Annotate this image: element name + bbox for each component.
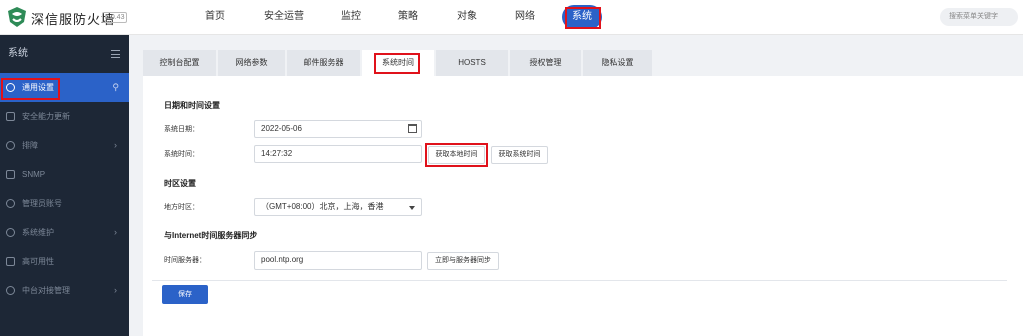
sidebar-item-security-update[interactable]: 安全能力更新 bbox=[0, 102, 129, 131]
collapse-menu-icon[interactable] bbox=[111, 50, 120, 58]
ha-icon bbox=[6, 257, 15, 266]
sidebar: 系统 通用设置 ⚲ 安全能力更新 排障 › SNMP 管理员账号 系统维护 › … bbox=[0, 35, 129, 336]
system-date-value: 2022-05-06 bbox=[261, 124, 302, 133]
version-badge: 5.0.43 bbox=[102, 12, 128, 23]
tab-console-config[interactable]: 控制台配置 bbox=[143, 50, 216, 76]
system-time-field[interactable]: 14:27:32 bbox=[254, 145, 422, 163]
get-local-time-button[interactable]: 获取本地时间 bbox=[428, 146, 485, 164]
sidebar-item-label: 通用设置 bbox=[22, 83, 54, 92]
sidebar-item-label: 系统维护 bbox=[22, 228, 54, 237]
nav-policy[interactable]: 策略 bbox=[398, 5, 418, 29]
timezone-label: 地方时区： bbox=[164, 204, 199, 211]
chevron-down-icon bbox=[409, 206, 415, 210]
tab-privacy[interactable]: 隐私设置 bbox=[583, 50, 652, 76]
section-title-timezone: 时区设置 bbox=[164, 179, 196, 188]
link-icon bbox=[6, 286, 15, 295]
timezone-value: （GMT+08:00）北京，上海，香港 bbox=[261, 202, 384, 211]
sidebar-item-general-settings[interactable]: 通用设置 ⚲ bbox=[0, 73, 129, 102]
system-date-label: 系统日期： bbox=[164, 126, 199, 133]
sync-now-button[interactable]: 立即与服务器同步 bbox=[427, 252, 499, 270]
chevron-right-icon: › bbox=[114, 140, 117, 150]
maintenance-icon bbox=[6, 228, 15, 237]
sidebar-item-label: 排障 bbox=[22, 141, 38, 150]
time-server-value: pool.ntp.org bbox=[261, 255, 304, 264]
pin-icon[interactable]: ⚲ bbox=[112, 73, 119, 102]
sidebar-item-troubleshoot[interactable]: 排障 › bbox=[0, 131, 129, 160]
time-server-input[interactable]: pool.ntp.org bbox=[254, 251, 422, 270]
system-time-value: 14:27:32 bbox=[261, 149, 293, 158]
sidebar-item-label: 安全能力更新 bbox=[22, 112, 70, 121]
tab-license[interactable]: 授权管理 bbox=[510, 50, 581, 76]
wrench-icon bbox=[6, 141, 15, 150]
chevron-right-icon: › bbox=[114, 285, 117, 295]
sidebar-item-label: SNMP bbox=[22, 170, 46, 179]
nav-network[interactable]: 网络 bbox=[515, 5, 535, 29]
nav-monitor[interactable]: 监控 bbox=[341, 5, 361, 29]
nav-home[interactable]: 首页 bbox=[205, 5, 225, 29]
nav-system[interactable]: 系统 bbox=[562, 5, 602, 29]
snmp-icon bbox=[6, 170, 15, 179]
get-system-time-button[interactable]: 获取系统时间 bbox=[491, 146, 548, 164]
save-button[interactable]: 保存 bbox=[162, 285, 208, 304]
sidebar-item-high-availability[interactable]: 高可用性 bbox=[0, 247, 129, 276]
system-date-field[interactable]: 2022-05-06 bbox=[254, 120, 422, 138]
tab-system-time[interactable]: 系统时间 bbox=[362, 50, 434, 76]
tab-mail-server[interactable]: 邮件服务器 bbox=[287, 50, 360, 76]
calendar-icon[interactable] bbox=[408, 124, 417, 133]
nav-objects[interactable]: 对象 bbox=[457, 5, 477, 29]
shield-icon bbox=[6, 112, 15, 121]
sidebar-item-label: 高可用性 bbox=[22, 257, 54, 266]
sidebar-item-platform-integration[interactable]: 中台对接管理 › bbox=[0, 276, 129, 305]
search-input[interactable]: 搜索菜单关键字 bbox=[940, 8, 1018, 26]
divider bbox=[152, 280, 1007, 281]
user-icon bbox=[6, 199, 15, 208]
top-bar: 深信服防火墙 5.0.43 首页 安全运营 监控 策略 对象 网络 系统 搜索菜… bbox=[0, 0, 1023, 35]
section-title-datetime: 日期和时间设置 bbox=[164, 101, 220, 110]
sidebar-header: 系统 bbox=[0, 35, 129, 73]
sidebar-item-maintenance[interactable]: 系统维护 › bbox=[0, 218, 129, 247]
gear-icon bbox=[6, 83, 15, 92]
timezone-select[interactable]: （GMT+08:00）北京，上海，香港 bbox=[254, 198, 422, 216]
sidebar-item-label: 管理员账号 bbox=[22, 199, 62, 208]
sidebar-item-label: 中台对接管理 bbox=[22, 286, 70, 295]
sidebar-item-admin-accounts[interactable]: 管理员账号 bbox=[0, 189, 129, 218]
chevron-right-icon: › bbox=[114, 227, 117, 237]
nav-security-ops[interactable]: 安全运营 bbox=[264, 5, 304, 29]
time-server-label: 时间服务器： bbox=[164, 257, 206, 264]
section-title-ntp: 与Internet时间服务器同步 bbox=[164, 231, 258, 240]
sidebar-item-snmp[interactable]: SNMP bbox=[0, 160, 129, 189]
system-time-label: 系统时间： bbox=[164, 151, 199, 158]
tab-hosts[interactable]: HOSTS bbox=[436, 50, 508, 76]
tab-network-params[interactable]: 网络参数 bbox=[218, 50, 285, 76]
sidebar-title: 系统 bbox=[8, 48, 28, 59]
logo-icon bbox=[8, 7, 26, 27]
